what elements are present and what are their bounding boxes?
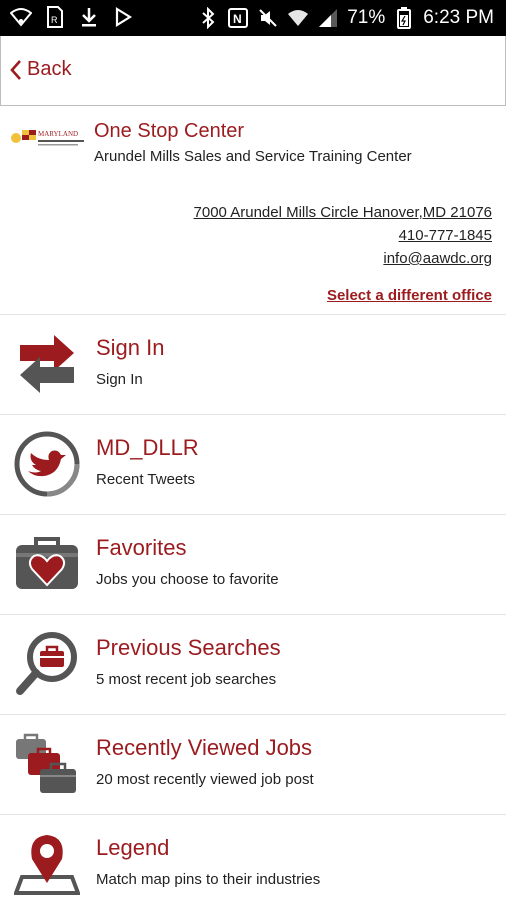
menu-item-title: Favorites <box>96 535 187 560</box>
top-nav-bar: Back <box>0 36 506 106</box>
office-name: One Stop Center <box>94 120 245 142</box>
chevron-left-icon <box>10 59 21 80</box>
svg-text:MARYLAND: MARYLAND <box>38 130 78 138</box>
menu-item-subtitle: 20 most recently viewed job post <box>96 771 314 788</box>
office-email-link[interactable]: info@aawdc.org <box>383 250 492 267</box>
back-label: Back <box>27 58 72 80</box>
menu-item-subtitle: 5 most recent job searches <box>96 671 277 688</box>
wifi-signal-icon <box>287 7 309 29</box>
svg-text:N: N <box>233 12 242 26</box>
cell-signal-icon <box>317 7 339 29</box>
menu-list: Sign In Sign In MD_DLLR Recent Tweets Fa… <box>0 314 506 900</box>
office-address-link[interactable]: 7000 Arundel Mills Circle Hanover,MD 210… <box>194 204 492 221</box>
maryland-logo: MARYLAND <box>10 120 90 156</box>
download-icon <box>78 6 100 28</box>
map-pin-icon <box>13 831 81 897</box>
menu-item-sign-in[interactable]: Sign In Sign In <box>0 314 506 414</box>
menu-item-recently-viewed-jobs[interactable]: Recently Viewed Jobs 20 most recently vi… <box>0 714 506 814</box>
back-button[interactable]: Back <box>9 58 71 81</box>
menu-item-title: Previous Searches <box>96 635 281 660</box>
office-phone-link[interactable]: 410-777-1845 <box>399 227 492 244</box>
menu-item-previous-searches[interactable]: Previous Searches 5 most recent job sear… <box>0 614 506 714</box>
play-store-icon <box>112 6 134 28</box>
menu-item-favorites[interactable]: Favorites Jobs you choose to favorite <box>0 514 506 614</box>
briefcase-heart-icon <box>14 531 80 597</box>
select-different-office-link[interactable]: Select a different office <box>327 287 492 304</box>
menu-item-subtitle: Sign In <box>96 371 143 388</box>
mute-icon <box>257 7 279 29</box>
stacked-briefcases-icon <box>14 731 80 797</box>
wifi-icon <box>10 6 32 28</box>
menu-item-title: Legend <box>96 835 170 860</box>
menu-item-subtitle: Jobs you choose to favorite <box>96 571 279 588</box>
bluetooth-icon <box>197 7 219 29</box>
battery-icon <box>393 7 415 29</box>
clock: 6:23 PM <box>423 7 494 28</box>
menu-item-title: Sign In <box>96 335 165 360</box>
menu-item-subtitle: Recent Tweets <box>96 471 195 488</box>
office-info: MARYLAND One Stop Center Arundel Mills S… <box>0 106 506 314</box>
sign-in-arrows-icon <box>14 331 80 397</box>
menu-item-title: MD_DLLR <box>96 435 199 460</box>
office-subtitle: Arundel Mills Sales and Service Training… <box>94 148 412 165</box>
status-bar: R N 71% 6:23 PM <box>0 0 506 36</box>
magnifier-briefcase-icon <box>14 631 80 697</box>
menu-item-subtitle: Match map pins to their industries <box>96 871 321 888</box>
menu-item-legend[interactable]: Legend Match map pins to their industrie… <box>0 814 506 900</box>
menu-item-md-dllr[interactable]: MD_DLLR Recent Tweets <box>0 414 506 514</box>
battery-percent: 71% <box>347 7 386 28</box>
nfc-icon: N <box>227 7 249 29</box>
twitter-bird-icon <box>14 431 80 497</box>
sim-icon: R <box>44 6 66 28</box>
menu-item-title: Recently Viewed Jobs <box>96 735 313 760</box>
svg-text:R: R <box>51 15 58 25</box>
